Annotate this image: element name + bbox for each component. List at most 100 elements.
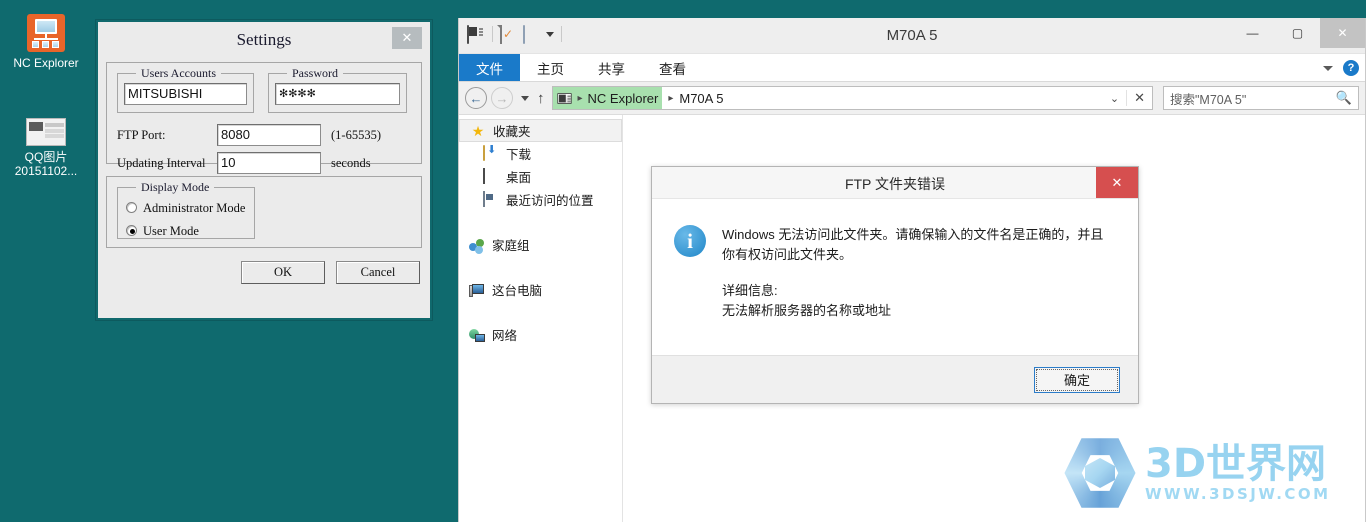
settings-titlebar[interactable]: Settings ✕ — [98, 22, 430, 56]
ribbon-right-controls: ? — [1323, 54, 1359, 82]
watermark-text: 3D世界网 WWW.3DSJW.COM — [1145, 444, 1331, 502]
info-icon: i — [674, 225, 706, 257]
sidebar-item-label: 网络 — [492, 329, 518, 343]
recent-places-icon — [483, 190, 499, 208]
users-accounts-legend: Users Accounts — [136, 66, 221, 81]
settings-title: Settings — [236, 30, 292, 49]
cancel-button[interactable]: Cancel — [336, 261, 420, 284]
settings-dialog: Settings ✕ Users Accounts MITSUBISHI Pas… — [96, 20, 432, 320]
nav-spacer-3 — [459, 301, 622, 323]
search-placeholder: 搜索"M70A 5" — [1170, 92, 1247, 107]
sidebar-item-recent-places[interactable]: 最近访问的位置 — [459, 188, 622, 211]
image-file-icon — [26, 118, 66, 146]
desktop-icon-nc-explorer[interactable]: NC Explorer — [0, 14, 92, 70]
watermark-logo-icon — [1063, 436, 1137, 510]
tab-file[interactable]: 文件 — [459, 54, 520, 81]
ribbon-tabs: 文件 主页 共享 查看 ? — [459, 54, 1365, 82]
window-controls: — ▢ ✕ — [1230, 18, 1365, 48]
ok-button[interactable]: OK — [241, 261, 325, 284]
network-computer-icon — [27, 14, 65, 52]
back-button[interactable]: ← — [465, 87, 487, 109]
sidebar-item-desktop[interactable]: 桌面 — [459, 165, 622, 188]
desktop-icon — [483, 167, 499, 185]
users-accounts-group: Users Accounts MITSUBISHI — [117, 66, 254, 113]
breadcrumb-explorer-icon — [556, 92, 572, 104]
star-icon: ★ — [471, 122, 485, 139]
ftp-error-titlebar[interactable]: FTP 文件夹错误 ✕ — [652, 167, 1138, 199]
ftp-error-footer: 确定 — [652, 355, 1138, 403]
sidebar-item-label: 最近访问的位置 — [506, 194, 594, 208]
breadcrumb-item-nc-explorer[interactable]: ▸ NC Explorer — [552, 87, 663, 109]
search-input[interactable]: 搜索"M70A 5" 🔍 — [1163, 86, 1359, 110]
tab-home[interactable]: 主页 — [520, 54, 581, 81]
password-input[interactable]: ✻✻✻✻ — [275, 83, 400, 105]
forward-button[interactable]: → — [491, 87, 513, 109]
breadcrumb-label-current[interactable]: M70A 5 — [679, 91, 723, 106]
display-mode-group: Display Mode Administrator Mode User Mod… — [117, 180, 255, 240]
ftp-error-dialog: FTP 文件夹错误 ✕ i Windows 无法访问此文件夹。请确保输入的文件名… — [651, 166, 1139, 404]
tab-share[interactable]: 共享 — [581, 54, 642, 81]
up-button[interactable]: ↑ — [537, 90, 545, 107]
radio-label-user: User Mode — [143, 224, 199, 238]
settings-connection-group: Users Accounts MITSUBISHI Password ✻✻✻✻ … — [106, 62, 422, 174]
sidebar-item-this-pc[interactable]: 这台电脑 — [459, 278, 622, 301]
maximize-button[interactable]: ▢ — [1275, 18, 1320, 48]
address-dropdown-icon[interactable]: ⌄ — [1103, 92, 1126, 105]
tab-view[interactable]: 查看 — [642, 54, 703, 81]
ftp-port-input[interactable]: 8080 — [217, 124, 321, 146]
desktop-icon-label-line1: QQ图片 — [24, 150, 68, 164]
display-mode-outer-group: Display Mode Administrator Mode User Mod… — [106, 176, 422, 248]
settings-button-row: OK Cancel — [106, 261, 422, 284]
sidebar-item-downloads[interactable]: 下载 — [459, 142, 622, 165]
updating-interval-input[interactable]: 10 — [217, 152, 321, 174]
sidebar-item-favorites[interactable]: ★ 收藏夹 — [459, 119, 622, 142]
downloads-icon — [483, 144, 499, 162]
radio-indicator-user — [126, 225, 137, 236]
breadcrumb-separator-2[interactable]: ▸ — [668, 93, 673, 104]
users-accounts-input[interactable]: MITSUBISHI — [124, 83, 247, 105]
radio-label-administrator: Administrator Mode — [143, 201, 246, 215]
radio-administrator-mode[interactable]: Administrator Mode — [126, 199, 246, 217]
search-icon[interactable]: 🔍 — [1336, 90, 1352, 106]
sidebar-item-label: 下载 — [506, 148, 532, 162]
watermark-url: WWW.3DSJW.COM — [1145, 485, 1331, 503]
sidebar-item-label: 家庭组 — [492, 239, 530, 253]
desktop-icon-label: NC Explorer — [13, 56, 79, 70]
radio-user-mode[interactable]: User Mode — [126, 222, 246, 240]
ftp-error-details-text: 无法解析服务器的名称或地址 — [722, 303, 892, 318]
recent-locations-icon[interactable] — [521, 95, 529, 101]
breadcrumb-right-controls: ⌄ ✕ — [1103, 90, 1152, 106]
password-group: Password ✻✻✻✻ — [268, 66, 407, 113]
radio-indicator-administrator — [126, 202, 137, 213]
ftp-error-text-block: Windows 无法访问此文件夹。请确保输入的文件名是正确的，并且你有权访问此文… — [722, 225, 1116, 357]
ftp-error-close-button[interactable]: ✕ — [1096, 167, 1138, 198]
this-pc-icon — [469, 283, 485, 298]
watermark-title: 3D世界网 — [1145, 441, 1327, 487]
navigation-pane: ★ 收藏夹 下载 桌面 最近访问的位置 家庭组 — [459, 115, 623, 522]
sidebar-item-label: 收藏夹 — [493, 125, 531, 139]
breadcrumb-rest: ▸ M70A 5 — [662, 91, 723, 106]
ftp-error-ok-button[interactable]: 确定 — [1034, 366, 1120, 393]
sidebar-item-homegroup[interactable]: 家庭组 — [459, 233, 622, 256]
ftp-port-hint: (1-65535) — [331, 127, 381, 142]
explorer-titlebar[interactable]: M70A 5 — ▢ ✕ — [459, 18, 1365, 54]
stop-loading-icon[interactable]: ✕ — [1126, 90, 1152, 106]
settings-close-button[interactable]: ✕ — [392, 27, 422, 49]
desktop-icon-qq-image[interactable]: QQ图片 20151102... — [0, 118, 92, 178]
homegroup-icon — [469, 238, 485, 254]
sidebar-item-network[interactable]: 网络 — [459, 323, 622, 346]
minimize-button[interactable]: — — [1230, 18, 1275, 48]
watermark: 3D世界网 WWW.3DSJW.COM — [1063, 430, 1363, 516]
ftp-error-content: i Windows 无法访问此文件夹。请确保输入的文件名是正确的，并且你有权访问… — [652, 199, 1138, 357]
updating-interval-label: Updating Interval — [117, 155, 206, 170]
close-button[interactable]: ✕ — [1320, 18, 1365, 48]
chevron-down-icon[interactable] — [1323, 65, 1333, 71]
ftp-error-message: Windows 无法访问此文件夹。请确保输入的文件名是正确的，并且你有权访问此文… — [722, 227, 1104, 262]
password-legend: Password — [287, 66, 344, 81]
breadcrumb[interactable]: ▸ NC Explorer ▸ M70A 5 ⌄ ✕ — [551, 86, 1153, 110]
help-icon[interactable]: ? — [1343, 60, 1359, 76]
desktop: NC Explorer QQ图片 20151102... Settings ✕ … — [0, 0, 1366, 522]
sidebar-item-label: 这台电脑 — [492, 284, 543, 298]
display-mode-legend: Display Mode — [136, 180, 215, 195]
updating-interval-unit: seconds — [331, 155, 371, 170]
